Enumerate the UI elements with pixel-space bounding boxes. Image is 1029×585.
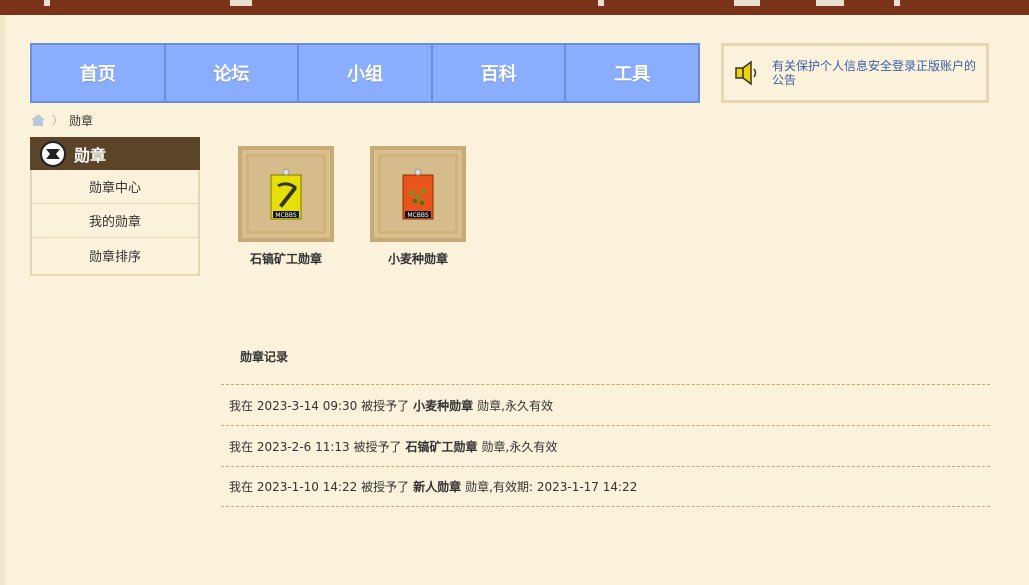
sidebar-item-medal-order[interactable]: 勋章排序 <box>32 238 198 272</box>
breadcrumb: 〉 勋章 <box>30 112 93 128</box>
badge-name: 小麦种勋章 <box>387 252 448 266</box>
pickaxe-icon: MCBBS <box>270 168 302 220</box>
sidebar-item-my-medals[interactable]: 我的勋章 <box>32 204 198 238</box>
badge-inner: MCBBS <box>246 154 326 234</box>
nav-item-tools[interactable]: 工具 <box>566 45 698 101</box>
badge-card[interactable]: MCBBS 小麦种勋章 <box>370 146 466 267</box>
record-prefix: 我在 2023-3-14 09:30 被授予了 <box>229 398 410 413</box>
records-list: 我在 2023-3-14 09:30 被授予了 小麦种勋章 勋章,永久有效 我在… <box>221 384 990 507</box>
record-row: 我在 2023-2-6 11:13 被授予了 石镐矿工勋章 勋章,永久有效 <box>221 425 990 466</box>
sidebar-header: 勋章 <box>30 137 200 170</box>
record-suffix: 勋章,有效期: 2023-1-17 14:22 <box>465 480 638 494</box>
record-row: 我在 2023-1-10 14:22 被授予了 新人勋章 勋章,有效期: 202… <box>221 466 990 507</box>
record-prefix: 我在 2023-1-10 14:22 被授予了 <box>229 480 410 494</box>
nav-item-forum[interactable]: 论坛 <box>166 45 300 101</box>
home-icon[interactable] <box>30 113 46 127</box>
nav-item-group[interactable]: 小组 <box>299 45 433 101</box>
wheat-seeds-icon: MCBBS <box>402 168 434 220</box>
record-badge-name: 石镐矿工勋章 <box>405 439 478 454</box>
badge-card[interactable]: MCBBS 石镐矿工勋章 <box>238 146 334 267</box>
badge-inner: MCBBS <box>378 154 458 234</box>
banner-pixel <box>230 0 252 6</box>
record-suffix: 勋章,永久有效 <box>477 398 553 413</box>
record-badge-name: 小麦种勋章 <box>413 398 474 413</box>
breadcrumb-separator: 〉 <box>52 114 63 127</box>
sidebar: 勋章 勋章中心 我的勋章 勋章排序 <box>30 137 200 276</box>
banner-pixel <box>816 0 844 6</box>
badge-tag: MCBBS <box>407 212 428 219</box>
nav-item-home[interactable]: 首页 <box>32 45 166 101</box>
main-nav: 首页 论坛 小组 百科 工具 <box>30 43 700 103</box>
record-row: 我在 2023-3-14 09:30 被授予了 小麦种勋章 勋章,永久有效 <box>221 384 990 425</box>
badge-tag: MCBBS <box>275 212 296 219</box>
announcement-link[interactable]: 有关保护个人信息安全登录正版账户的公告 <box>772 59 982 87</box>
record-suffix: 勋章,永久有效 <box>481 439 558 454</box>
breadcrumb-current: 勋章 <box>69 113 94 128</box>
nav-item-wiki[interactable]: 百科 <box>433 45 567 101</box>
banner-pixel <box>598 0 604 6</box>
banner-pixel <box>734 0 760 6</box>
sidebar-title: 勋章 <box>74 145 107 165</box>
badge-frame: MCBBS <box>238 146 334 242</box>
records-title: 勋章记录 <box>240 350 289 364</box>
medal-icon <box>40 140 66 167</box>
announcement-box[interactable]: 有关保护个人信息安全登录正版账户的公告 <box>721 43 989 103</box>
top-banner-bar <box>0 0 1029 15</box>
speaker-icon <box>735 60 757 86</box>
badge-name: 石镐矿工勋章 <box>249 252 322 266</box>
record-badge-name: 新人勋章 <box>413 480 462 494</box>
banner-pixel <box>894 0 900 6</box>
record-prefix: 我在 2023-2-6 11:13 被授予了 <box>229 439 402 454</box>
badge-frame: MCBBS <box>370 146 466 242</box>
banner-pixel <box>44 0 50 6</box>
left-edge-decoration <box>0 15 14 585</box>
sidebar-item-medal-center[interactable]: 勋章中心 <box>32 170 198 204</box>
